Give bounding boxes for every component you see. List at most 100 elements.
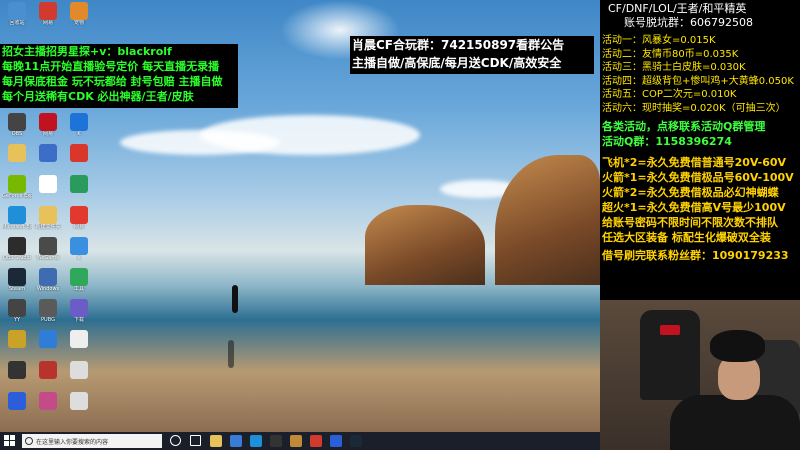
- desktop-shortcut[interactable]: [2, 361, 32, 379]
- game-taskbar-icon[interactable]: [290, 435, 302, 447]
- shortcut-label: 网易: [42, 131, 53, 137]
- desktop-shortcut[interactable]: PUBG: [33, 299, 63, 323]
- rock-arch-right: [495, 155, 600, 285]
- file2-icon: [70, 361, 88, 379]
- desktop-shortcut[interactable]: [64, 175, 94, 193]
- cloud: [120, 130, 280, 155]
- shortcut-label: e: [77, 255, 81, 261]
- desktop-shortcut[interactable]: 宠物: [64, 2, 94, 26]
- desktop-shortcut[interactable]: 网易: [33, 113, 63, 137]
- activity-line: 活动一：风暴女=0.015K: [602, 35, 716, 46]
- desktop-shortcut[interactable]: OBS: [2, 113, 32, 137]
- pink-app-icon: [39, 392, 57, 410]
- desktop-shortcut[interactable]: K: [64, 113, 94, 137]
- folder2-icon: [39, 206, 57, 224]
- activity-line: 活动四：超级背包+惨叫鸡+大黄蜂0.050K: [602, 75, 794, 87]
- deal-line: 任选大区装备 标配生化爆破双全装: [602, 231, 771, 244]
- desktop-shortcut[interactable]: [2, 330, 32, 348]
- desktop-shortcut[interactable]: Windows: [33, 268, 63, 292]
- shortcut-label: GeForce Experience: [2, 193, 32, 199]
- search-icon: [25, 437, 33, 445]
- desktop-shortcut[interactable]: 网易: [64, 206, 94, 230]
- doc2-icon: [39, 175, 57, 193]
- tool-icon: [70, 268, 88, 286]
- panel-subheader: 账号脱坑群：606792508: [624, 16, 753, 29]
- shortcut-label: YY: [13, 317, 21, 323]
- store-icon[interactable]: [230, 435, 242, 447]
- recruit-line: 招女主播招男星探+v：blackrolf: [2, 45, 172, 58]
- desktop-shortcut[interactable]: [64, 392, 94, 410]
- desktop-shortcut[interactable]: [33, 330, 63, 348]
- desktop-shortcut[interactable]: [2, 392, 32, 410]
- globe-icon: [39, 330, 57, 348]
- contact-line: 各类活动，点移联系活动Q群管理: [602, 120, 766, 133]
- file-icon: [70, 330, 88, 348]
- desktop-shortcut[interactable]: Microsoft Edge: [2, 206, 32, 230]
- shortcut-label: PUBG: [41, 317, 55, 323]
- steam-icon: [8, 268, 26, 286]
- desktop-shortcut[interactable]: 新建文件夹: [33, 206, 63, 230]
- activity-line: 活动五：COP二次元=0.010K: [602, 89, 737, 100]
- desktop-shortcut[interactable]: WeGame: [33, 237, 63, 261]
- desktop-shortcut[interactable]: 网易: [33, 2, 63, 26]
- rock-arch-left: [365, 205, 485, 285]
- shortcut-label: OBS: [11, 131, 23, 137]
- promo-panel: CF/DNF/LOL/王者/和平精英 账号脱坑群：606792508 活动一：风…: [600, 0, 800, 300]
- taskbar-search-box[interactable]: 在这里输入你要搜索的内容: [22, 434, 162, 448]
- app2-icon: [70, 144, 88, 162]
- desktop-shortcut[interactable]: [33, 392, 63, 410]
- shortcut-label: WeGame: [36, 255, 60, 261]
- gaming-chair: [640, 310, 700, 400]
- desktop-shortcut[interactable]: [64, 144, 94, 162]
- k-app-icon: [70, 113, 88, 131]
- desktop-shortcut[interactable]: YY: [2, 299, 32, 323]
- recycle-bin-icon: [8, 2, 26, 20]
- task-view-icon[interactable]: [190, 435, 201, 446]
- cloud-music-icon: [70, 206, 88, 224]
- yy-icon: [8, 299, 26, 317]
- shortcut-label: Microsoft Edge: [2, 224, 32, 230]
- fans-group-line: 借号刷完联系粉丝群：1090179233: [602, 249, 789, 262]
- desktop-shortcut[interactable]: [33, 144, 63, 162]
- doc-icon: [39, 144, 57, 162]
- steam-taskbar-icon[interactable]: [350, 435, 362, 447]
- wegame-icon: [39, 237, 57, 255]
- deal-line: 飞机*2=永久免费借普通号20V-60V: [602, 156, 787, 169]
- search-placeholder: 在这里输入你要搜索的内容: [36, 439, 109, 446]
- desktop-shortcut[interactable]: 工具: [64, 268, 94, 292]
- streamer-body: [670, 395, 800, 450]
- streamer-hair: [710, 330, 765, 362]
- desktop-shortcut[interactable]: [33, 361, 63, 379]
- desktop-shortcut[interactable]: GeForce Experience: [2, 175, 32, 199]
- shortcut-label: OBS Studio: [3, 255, 31, 261]
- download-icon: [70, 299, 88, 317]
- panel-header: CF/DNF/LOL/王者/和平精英: [608, 2, 747, 15]
- desktop-shortcut[interactable]: [33, 175, 63, 193]
- shortcut-label: 工具: [73, 286, 84, 292]
- desktop-shortcut[interactable]: [2, 144, 32, 162]
- shield-app-icon: [8, 392, 26, 410]
- shortcut-label: 宠物: [73, 20, 84, 26]
- red-app-icon: [39, 361, 57, 379]
- desktop-shortcut[interactable]: 下载: [64, 299, 94, 323]
- desktop-shortcut[interactable]: OBS Studio: [2, 237, 32, 261]
- chair-logo: [660, 325, 680, 335]
- shortcut-label: 回收站: [9, 20, 25, 26]
- dark-app-icon: [8, 361, 26, 379]
- app-taskbar-icon[interactable]: [330, 435, 342, 447]
- edge-taskbar-icon[interactable]: [250, 435, 262, 447]
- obs-taskbar-icon[interactable]: [270, 435, 282, 447]
- activity-line: 活动六：现时抽奖=0.020K（可抽三次）: [602, 102, 786, 114]
- app-red-icon: [39, 2, 57, 20]
- recruit-line: 每晚11点开始直播验号定价 每天直播无录播: [2, 60, 220, 73]
- explorer-icon[interactable]: [210, 435, 222, 447]
- desktop-shortcut[interactable]: [64, 330, 94, 348]
- desktop-shortcut[interactable]: 回收站: [2, 2, 32, 26]
- desktop-shortcut[interactable]: [64, 361, 94, 379]
- desktop-shortcut[interactable]: Steam: [2, 268, 32, 292]
- desktop-shortcut[interactable]: e: [64, 237, 94, 261]
- netease-taskbar-icon[interactable]: [310, 435, 322, 447]
- shortcut-label: 新建文件夹: [35, 224, 61, 230]
- windows-start-icon[interactable]: [4, 435, 16, 447]
- cortana-icon[interactable]: [170, 435, 181, 446]
